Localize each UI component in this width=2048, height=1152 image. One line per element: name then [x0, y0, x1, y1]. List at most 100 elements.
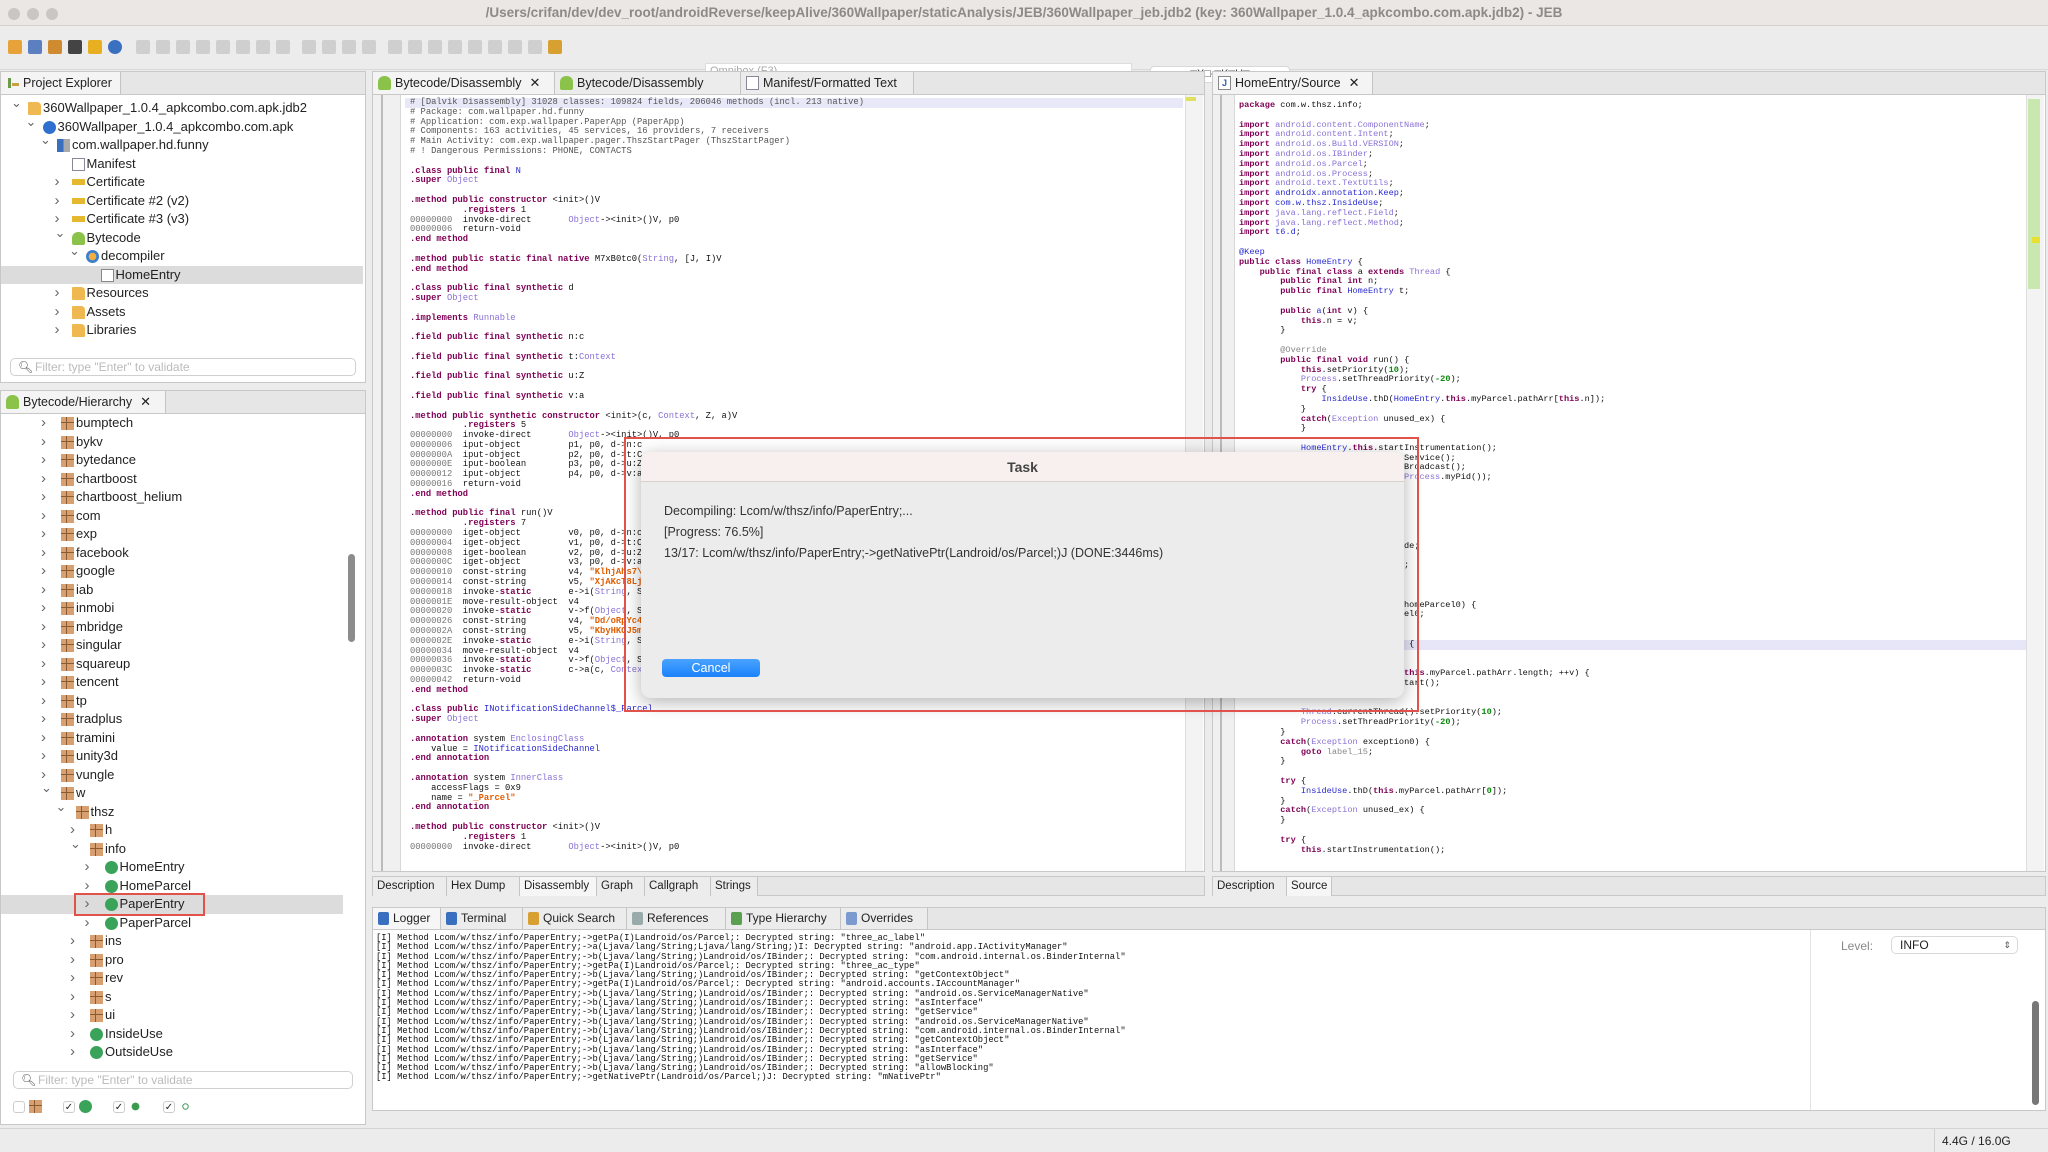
class-toggle-checkbox[interactable]: ✓ — [63, 1101, 75, 1113]
tab-terminal[interactable]: Terminal — [441, 908, 523, 929]
tab-description[interactable]: Description — [373, 877, 447, 896]
play-icon[interactable] — [408, 40, 422, 54]
tree-item-tradplus[interactable]: › tradplus — [1, 710, 343, 729]
hierarchy-scrollbar[interactable] — [348, 554, 355, 642]
tab-project-explorer[interactable]: Project Explorer — [1, 72, 121, 94]
tree-item-w[interactable]: ⌄ w — [1, 780, 343, 803]
run-icon[interactable] — [388, 40, 402, 54]
tree-item-assets[interactable]: › Assets — [1, 303, 363, 322]
chevron-right-icon[interactable]: › — [41, 544, 46, 563]
tab-editor-2[interactable]: Manifest/Formatted Text — [741, 72, 914, 94]
tree-item-resources[interactable]: › Resources — [1, 284, 363, 303]
tree-item-manifest[interactable]: Manifest — [1, 155, 363, 174]
tree-item-squareup[interactable]: › squareup — [1, 655, 343, 674]
chevron-right-icon[interactable]: › — [41, 488, 46, 507]
chevron-down-icon[interactable]: ⌄ — [11, 94, 22, 113]
step-icon[interactable] — [136, 40, 150, 54]
plugin-icon[interactable] — [322, 40, 336, 54]
pause-icon[interactable] — [428, 40, 442, 54]
tree-item-ui[interactable]: › ui — [1, 1006, 343, 1025]
chevron-down-icon[interactable]: ⌄ — [70, 835, 81, 854]
field-toggle-checkbox[interactable]: ✓ — [163, 1101, 175, 1113]
chevron-right-icon[interactable]: › — [41, 747, 46, 766]
tree-item-google[interactable]: › google — [1, 562, 343, 581]
chevron-right-icon[interactable]: › — [70, 969, 75, 988]
refs-icon[interactable] — [216, 40, 230, 54]
stop-icon[interactable] — [448, 40, 462, 54]
detach-icon[interactable] — [508, 40, 522, 54]
tab-description[interactable]: Description — [1213, 877, 1287, 896]
tree-item-iab[interactable]: › iab — [1, 581, 343, 600]
chevron-down-icon[interactable]: ⌄ — [69, 242, 80, 261]
tab-logger[interactable]: Logger — [373, 908, 441, 929]
level-select[interactable]: INFO ⇕ — [1891, 936, 2018, 954]
tree-item-bytedance[interactable]: › bytedance — [1, 451, 343, 470]
warning-icon[interactable] — [88, 40, 102, 54]
chevron-right-icon[interactable]: › — [41, 599, 46, 618]
chevron-right-icon[interactable]: › — [55, 303, 60, 322]
chevron-down-icon[interactable]: ⌄ — [41, 779, 52, 798]
chevron-right-icon[interactable]: › — [41, 414, 46, 433]
attach-icon[interactable] — [528, 40, 542, 54]
tab-quick-search[interactable]: Quick Search — [523, 908, 627, 929]
chevron-right-icon[interactable]: › — [41, 673, 46, 692]
tree-item-rev[interactable]: › rev — [1, 969, 343, 988]
tree-item-inmobi[interactable]: › inmobi — [1, 599, 343, 618]
chevron-right-icon[interactable]: › — [70, 988, 75, 1007]
tree-item-360wallpaper-1-0-4-apkcombo-com-apk-jdb2[interactable]: ⌄ 360Wallpaper_1.0.4_apkcombo.com.apk.jdb… — [1, 95, 363, 118]
tree-item-unity3d[interactable]: › unity3d — [1, 747, 343, 766]
close-icon[interactable]: ✕ — [1349, 75, 1360, 90]
open-icon[interactable] — [8, 40, 22, 54]
wrench-icon[interactable] — [48, 40, 62, 54]
tree-item-certificate[interactable]: › Certificate — [1, 173, 363, 192]
tree-item-chartboost[interactable]: › chartboost — [1, 470, 343, 489]
tree-item-com[interactable]: › com — [1, 507, 343, 526]
tree-item-homeentry[interactable]: HomeEntry — [1, 265, 363, 284]
tree-item-s[interactable]: › s — [1, 988, 343, 1007]
chevron-right-icon[interactable]: › — [41, 618, 46, 637]
tree-item-ins[interactable]: › ins — [1, 932, 343, 951]
tab-hex-dump[interactable]: Hex Dump — [447, 877, 520, 896]
tree-item-bytecode[interactable]: ⌄ Bytecode — [1, 225, 363, 248]
comment-icon[interactable] — [256, 40, 270, 54]
tree-item-libraries[interactable]: › Libraries — [1, 321, 363, 340]
log-output[interactable]: [I] Method Lcom/w/thsz/info/PaperEntry;-… — [376, 933, 1806, 1083]
tree-item-singular[interactable]: › singular — [1, 636, 343, 655]
chevron-right-icon[interactable]: › — [70, 1006, 75, 1025]
method-toggle-checkbox[interactable]: ✓ — [113, 1101, 125, 1113]
forward-icon[interactable] — [196, 40, 210, 54]
chevron-down-icon[interactable]: ⌄ — [40, 131, 51, 150]
chevron-right-icon[interactable]: › — [55, 192, 60, 211]
chevron-right-icon[interactable]: › — [85, 858, 90, 877]
chevron-right-icon[interactable]: › — [70, 1043, 75, 1062]
tab-graph[interactable]: Graph — [597, 877, 645, 896]
step-out-icon[interactable] — [488, 40, 502, 54]
tree-item-tencent[interactable]: › tencent — [1, 673, 343, 692]
tree-item-pro[interactable]: › pro — [1, 951, 343, 970]
back-icon[interactable] — [176, 40, 190, 54]
chevron-right-icon[interactable]: › — [41, 433, 46, 452]
project-filter-input[interactable]: 🔍︎ Filter: type "Enter" to validate — [10, 358, 356, 376]
chevron-right-icon[interactable]: › — [41, 562, 46, 581]
chevron-right-icon[interactable]: › — [41, 507, 46, 526]
chevron-right-icon[interactable]: › — [70, 951, 75, 970]
tree-item-tp[interactable]: › tp — [1, 692, 343, 711]
package-toggle-checkbox[interactable] — [13, 1101, 25, 1113]
xref-icon[interactable] — [276, 40, 290, 54]
chevron-down-icon[interactable]: ⌄ — [26, 113, 37, 132]
tab-editor-1[interactable]: Bytecode/Disassembly — [555, 72, 741, 94]
step-into-icon[interactable] — [156, 40, 170, 54]
tab-overrides[interactable]: Overrides — [841, 908, 928, 929]
globe-icon[interactable] — [108, 40, 122, 54]
rename-icon[interactable] — [236, 40, 250, 54]
tree-item-outsideuse[interactable]: › OutsideUse — [1, 1043, 343, 1062]
close-icon[interactable]: ✕ — [529, 75, 540, 90]
merge-icon[interactable] — [362, 40, 376, 54]
tree-item-360wallpaper-1-0-4-apkcombo-com-apk[interactable]: ⌄ 360Wallpaper_1.0.4_apkcombo.com.apk — [1, 114, 363, 137]
chevron-right-icon[interactable]: › — [85, 914, 90, 933]
chevron-right-icon[interactable]: › — [41, 655, 46, 674]
tree-item-bykv[interactable]: › bykv — [1, 433, 343, 452]
terminal-icon[interactable] — [68, 40, 82, 54]
grid-icon[interactable] — [302, 40, 316, 54]
tree-item-facebook[interactable]: › facebook — [1, 544, 343, 563]
